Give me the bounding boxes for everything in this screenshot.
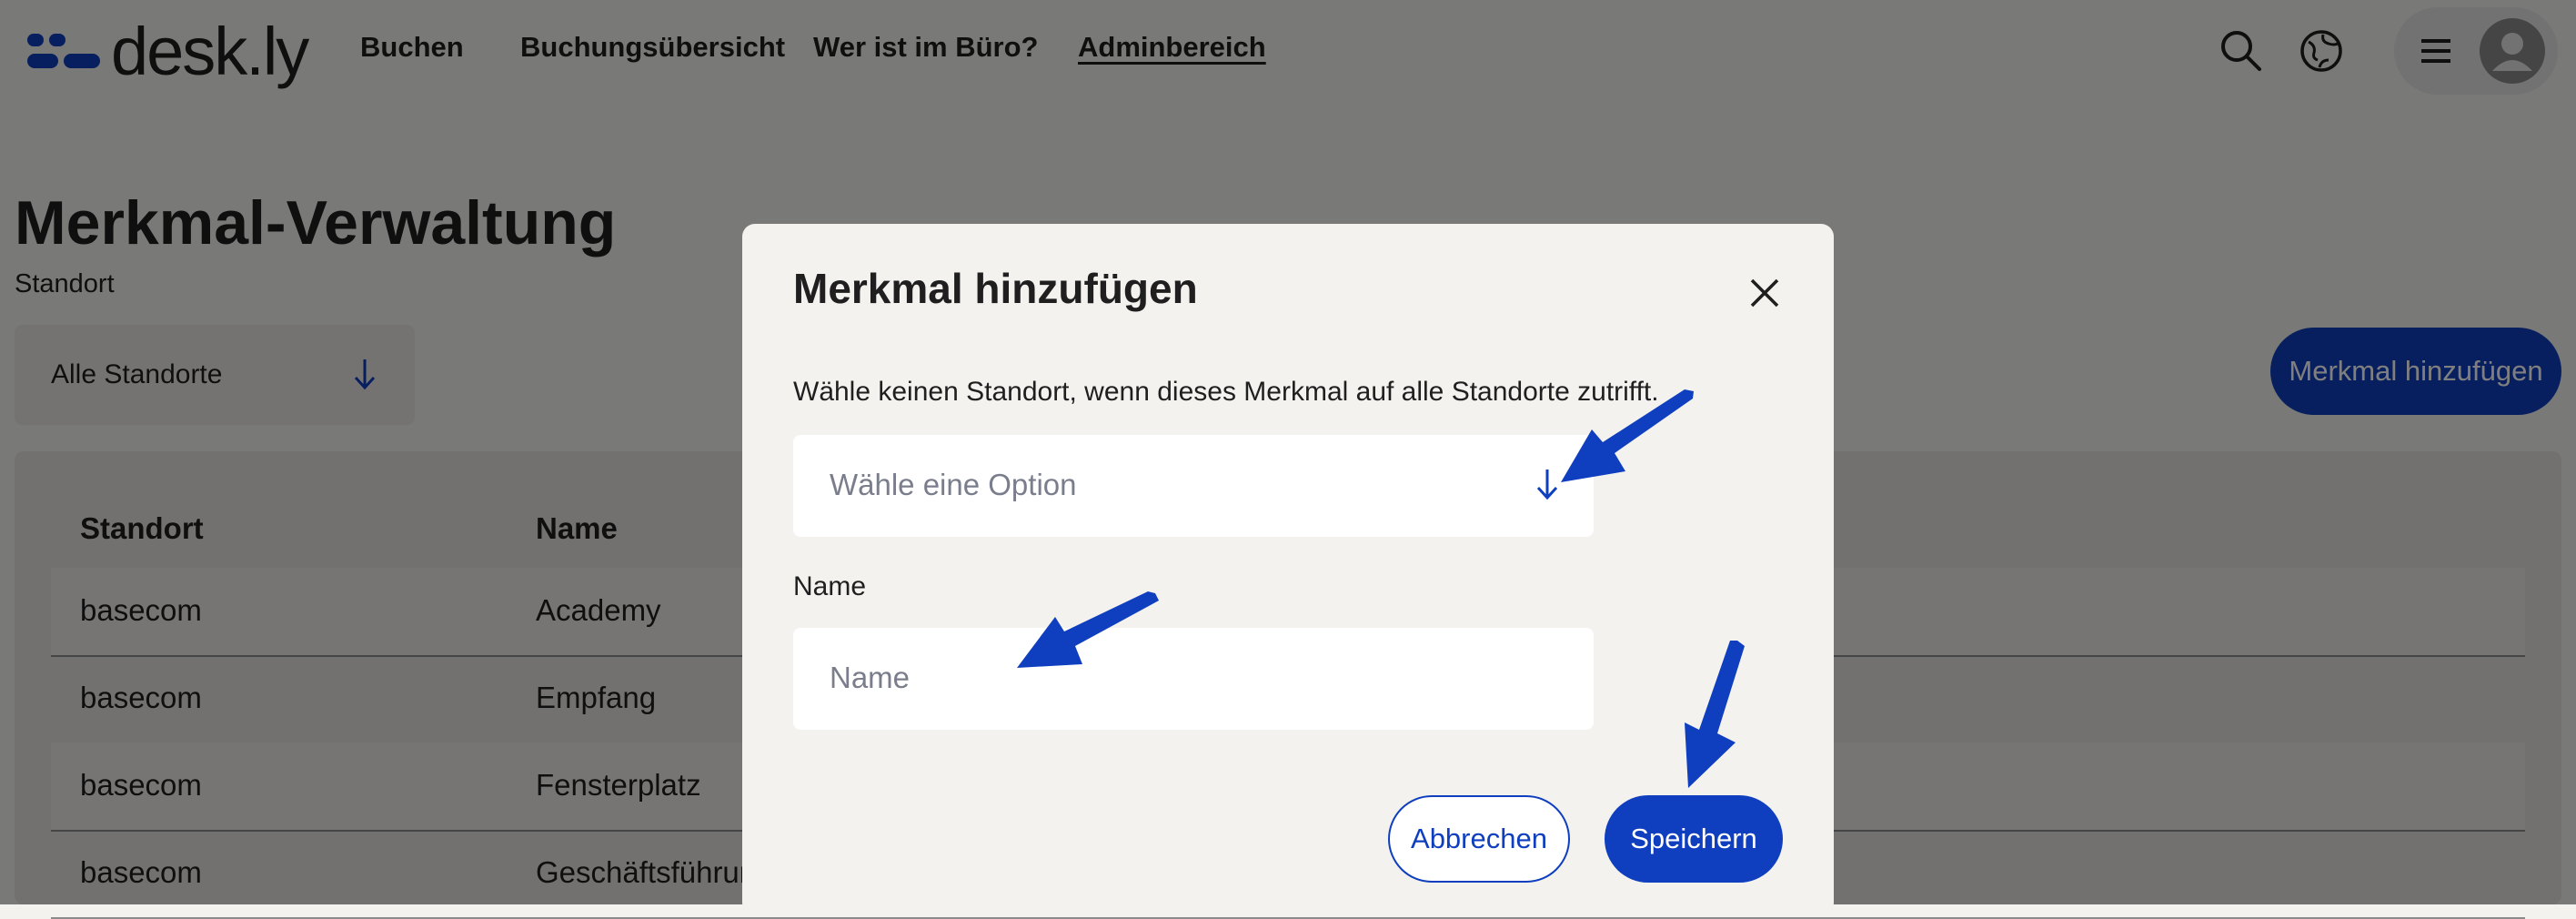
save-button[interactable]: Speichern [1605,795,1783,883]
add-feature-modal: Merkmal hinzufügen Wähle keinen Standort… [742,224,1834,915]
name-input-placeholder: Name [830,661,911,694]
location-select[interactable]: Wähle eine Option [793,435,1594,537]
arrow-down-icon [1534,466,1561,507]
modal-title: Merkmal hinzufügen [793,265,1198,312]
cancel-button[interactable]: Abbrechen [1388,795,1570,883]
close-icon[interactable] [1746,275,1783,311]
name-label: Name [793,571,867,601]
modal-hint-text: Wähle keinen Standort, wenn dieses Merkm… [793,377,1659,407]
location-select-placeholder: Wähle eine Option [830,468,1077,501]
name-input[interactable]: Name [793,628,1594,730]
